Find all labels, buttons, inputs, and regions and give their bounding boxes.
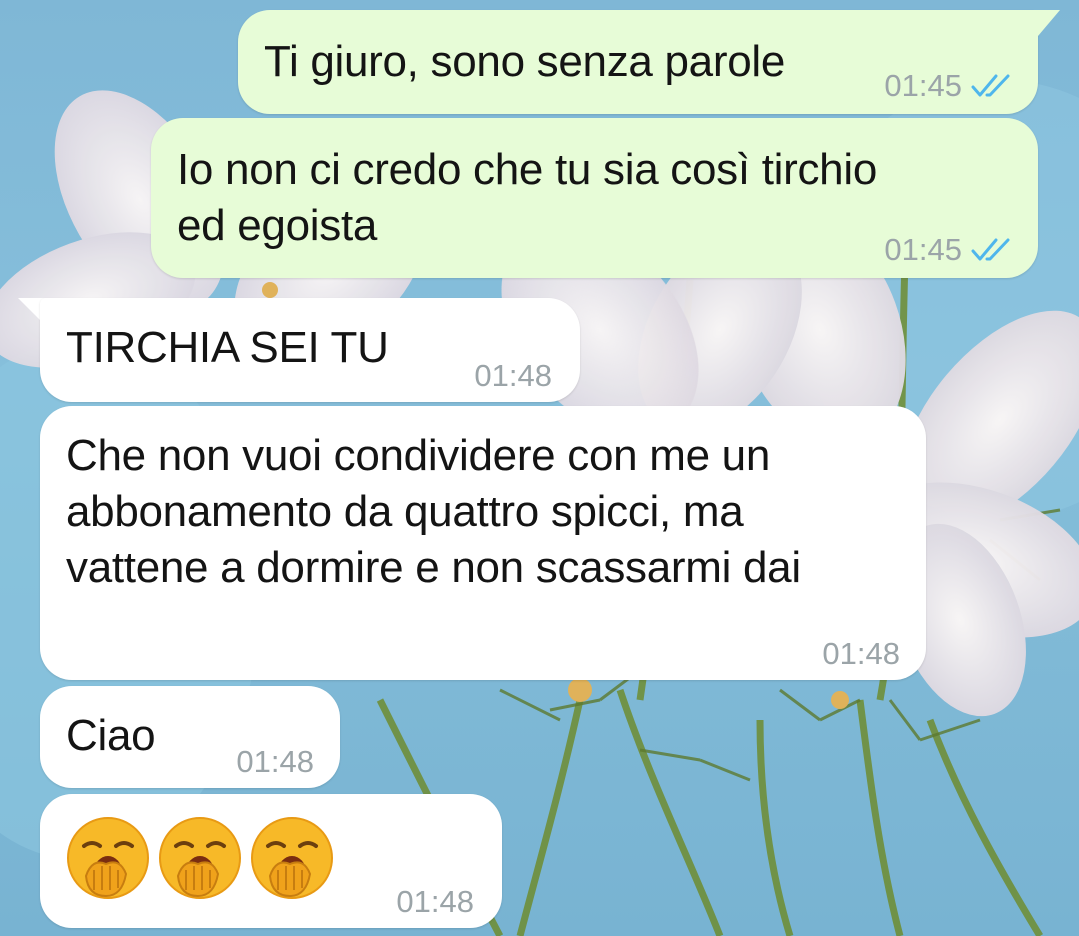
message-time: 01:48	[236, 744, 314, 779]
yawning-face-emoji-icon	[251, 817, 333, 899]
message-text: TIRCHIA SEI TU	[66, 323, 389, 372]
message-bubble-outgoing[interactable]: Ti giuro, sono senza parole 01:45	[238, 10, 1038, 114]
double-tick-read-icon	[971, 238, 1010, 261]
message-time: 01:45	[884, 68, 962, 103]
yawning-face-emoji-icon	[67, 817, 149, 899]
bubble-tail	[1030, 10, 1060, 36]
message-time: 01:48	[822, 636, 900, 671]
message-bubble-outgoing[interactable]: Io non ci credo che tu sia così tirchio …	[151, 118, 1038, 278]
message-bubble-incoming[interactable]: Che non vuoi condividere con me un abbon…	[40, 406, 926, 680]
message-time: 01:45	[884, 232, 962, 267]
message-meta: 01:45	[884, 222, 1016, 278]
emoji-row	[66, 816, 386, 906]
message-meta: 01:48	[236, 734, 314, 790]
message-text: Io non ci credo che tu sia così tirchio …	[177, 145, 877, 250]
message-meta: 01:48	[396, 874, 474, 930]
double-tick-read-icon	[971, 74, 1010, 97]
message-text: Che non vuoi condividere con me un abbon…	[66, 431, 801, 592]
message-meta: 01:45	[884, 58, 1016, 114]
message-text: Ciao	[66, 711, 156, 760]
message-bubble-incoming[interactable]: TIRCHIA SEI TU 01:48	[40, 298, 580, 402]
message-meta: 01:48	[822, 626, 900, 682]
message-bubble-incoming[interactable]: Ciao 01:48	[40, 686, 340, 788]
yawning-face-emoji-icon	[159, 817, 241, 899]
message-time: 01:48	[474, 358, 552, 393]
message-meta: 01:48	[474, 348, 552, 404]
message-time: 01:48	[396, 884, 474, 919]
message-bubble-incoming[interactable]: 01:48	[40, 794, 502, 928]
message-text: Ti giuro, sono senza parole	[264, 37, 786, 86]
